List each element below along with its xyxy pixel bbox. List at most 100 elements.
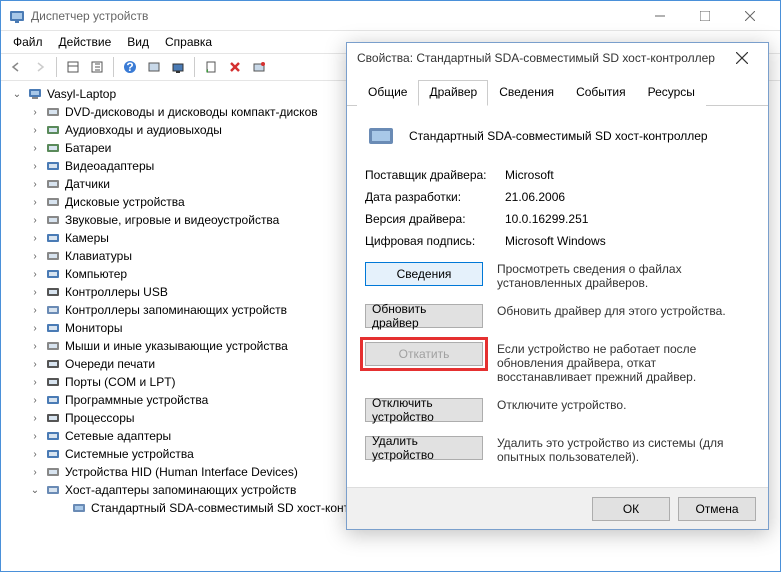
tree-root-label: Vasyl-Laptop [47,87,116,101]
disable-device-button[interactable]: Отключить устройство [365,398,483,422]
cancel-button[interactable]: Отмена [678,497,756,521]
dialog-body: Стандартный SDA-совместимый SD хост-конт… [347,106,768,478]
toolbar-btn-1[interactable] [62,56,84,78]
tree-item-label: Устройства HID (Human Interface Devices) [65,465,298,479]
toolbar-btn-4[interactable] [143,56,165,78]
disable-device-desc: Отключите устройство. [497,398,750,412]
device-category-icon [45,356,61,372]
tree-item-label: Дисковые устройства [65,195,185,209]
expand-icon[interactable]: › [29,107,41,118]
update-driver-desc: Обновить драйвер для этого устройства. [497,304,750,318]
tree-item-label: Сетевые адаптеры [65,429,171,443]
tab-resources[interactable]: Ресурсы [637,80,706,106]
expand-icon[interactable]: › [29,431,41,442]
dialog-close-button[interactable] [726,44,758,72]
expand-icon[interactable]: › [29,395,41,406]
tree-item-label: Мыши и иные указывающие устройства [65,339,288,353]
driver-details-button[interactable]: Сведения [365,262,483,286]
driver-details-desc: Просмотреть сведения о файлах установлен… [497,262,750,290]
device-category-icon [45,482,61,498]
dialog-title: Свойства: Стандартный SDA-совместимый SD… [357,51,726,65]
tree-item-label: Системные устройства [65,447,194,461]
menu-action[interactable]: Действие [51,33,120,51]
uninstall-device-desc: Удалить это устройство из системы (для о… [497,436,750,464]
expand-icon[interactable]: › [29,323,41,334]
back-button[interactable] [5,56,27,78]
device-category-icon [45,428,61,444]
tab-details[interactable]: Сведения [488,80,565,106]
tree-item-label: Датчики [65,177,110,191]
properties-dialog: Свойства: Стандартный SDA-совместимый SD… [346,42,769,530]
provider-value: Microsoft [505,168,750,182]
expand-icon[interactable]: › [29,449,41,460]
device-category-icon [45,248,61,264]
signature-label: Цифровая подпись: [365,234,505,248]
rollback-driver-button[interactable]: Откатить [365,342,483,366]
uninstall-device-button[interactable]: Удалить устройство [365,436,483,460]
expand-icon[interactable]: › [29,287,41,298]
minimize-button[interactable] [637,2,682,30]
computer-icon [27,86,43,102]
toolbar-btn-8[interactable] [248,56,270,78]
device-category-icon [45,374,61,390]
tab-general[interactable]: Общие [357,80,418,106]
device-category-icon [45,320,61,336]
tab-events[interactable]: События [565,80,637,106]
menu-view[interactable]: Вид [119,33,157,51]
expand-icon[interactable]: › [29,359,41,370]
tree-child-label: Стандартный SDA-совместимый SD хост-конт… [91,501,390,515]
expand-icon[interactable]: › [29,467,41,478]
device-category-icon [45,410,61,426]
device-category-icon [45,140,61,156]
expand-icon[interactable]: › [29,413,41,424]
update-driver-button[interactable]: Обновить драйвер [365,304,483,328]
device-category-icon [45,230,61,246]
host-adapter-icon [71,500,87,516]
ok-button[interactable]: ОК [592,497,670,521]
menu-help[interactable]: Справка [157,33,220,51]
expand-icon[interactable]: › [29,305,41,316]
expand-icon[interactable]: › [29,125,41,136]
toolbar-btn-5[interactable] [167,56,189,78]
tree-item-label: DVD-дисководы и дисководы компакт-дисков [65,105,318,119]
dialog-tabs: Общие Драйвер Сведения События Ресурсы [347,73,768,106]
collapse-icon[interactable]: ⌄ [29,485,41,496]
rollback-driver-desc: Если устройство не работает после обновл… [497,342,750,384]
toolbar-btn-2[interactable] [86,56,108,78]
dialog-footer: ОК Отмена [347,487,768,529]
collapse-icon[interactable]: ⌄ [11,89,23,100]
tree-item-label: Клавиатуры [65,249,132,263]
expand-icon[interactable]: › [29,197,41,208]
expand-icon[interactable]: › [29,377,41,388]
expand-icon[interactable]: › [29,269,41,280]
tree-item-label: Очереди печати [65,357,155,371]
expand-icon[interactable]: › [29,233,41,244]
expand-icon[interactable]: › [29,143,41,154]
expand-icon[interactable]: › [29,251,41,262]
device-category-icon [45,176,61,192]
dialog-titlebar: Свойства: Стандартный SDA-совместимый SD… [347,43,768,73]
expand-icon[interactable]: › [29,161,41,172]
device-category-icon [45,266,61,282]
tree-item-label: Звуковые, игровые и видеоустройства [65,213,279,227]
maximize-button[interactable] [682,2,727,30]
device-category-icon [45,302,61,318]
device-name: Стандартный SDA-совместимый SD хост-конт… [409,129,708,143]
remove-button[interactable] [224,56,246,78]
expand-icon[interactable]: › [29,179,41,190]
menu-file[interactable]: Файл [5,33,51,51]
device-category-icon [45,338,61,354]
expand-icon[interactable]: › [29,215,41,226]
tab-driver[interactable]: Драйвер [418,80,488,106]
tree-item-label: Мониторы [65,321,122,335]
app-icon [9,8,25,24]
help-button[interactable]: ? [119,56,141,78]
scan-button[interactable] [200,56,222,78]
version-value: 10.0.16299.251 [505,212,750,226]
tree-item-label: Программные устройства [65,393,208,407]
forward-button[interactable] [29,56,51,78]
device-category-icon [45,446,61,462]
close-button[interactable] [727,2,772,30]
expand-icon[interactable]: › [29,341,41,352]
device-category-icon [45,392,61,408]
